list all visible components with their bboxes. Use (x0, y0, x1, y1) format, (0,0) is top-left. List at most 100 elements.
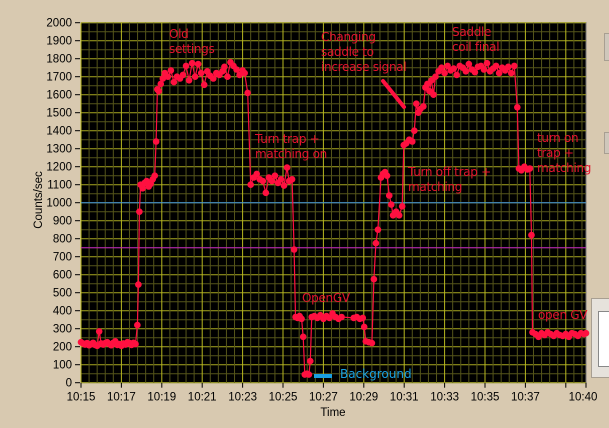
y-tick-label: 1500 (46, 108, 72, 120)
y-tick-label: 0 (66, 378, 72, 390)
data-point (259, 177, 267, 185)
data-point (185, 77, 193, 84)
x-tick-label: 10:23 (228, 392, 257, 404)
x-tick-label: 10:21 (188, 392, 217, 404)
annotation-saddle-final: Saddle coil final (452, 25, 500, 54)
y-tick-label: 500 (53, 288, 72, 300)
data-point (492, 62, 500, 70)
data-point (370, 275, 378, 283)
annotation-changing-saddle: Changing saddle to increase signal (321, 30, 407, 74)
side-control-1[interactable] (604, 33, 609, 61)
y-tick-label: 200 (53, 342, 72, 354)
y-tick-label: 1400 (46, 126, 72, 138)
data-point (360, 323, 368, 331)
data-point (383, 172, 391, 179)
data-point (372, 239, 380, 247)
data-point (283, 164, 291, 171)
x-tick-label: 10:27 (309, 392, 338, 404)
y-tick-label: 300 (53, 324, 72, 336)
x-tick-label: 10:37 (511, 392, 540, 404)
x-tick-label: 10:25 (269, 392, 298, 404)
x-tick-label: 10:19 (147, 392, 176, 404)
data-point (462, 68, 470, 75)
x-tick-label: 10:40 (569, 392, 598, 404)
data-point (179, 71, 187, 79)
data-point (408, 138, 416, 145)
y-tick-label: 800 (53, 234, 72, 246)
y-tick-label: 1700 (46, 72, 72, 84)
x-tick-label: 10:17 (107, 392, 136, 404)
data-point (271, 172, 279, 179)
data-point (197, 69, 205, 77)
data-point (188, 59, 196, 67)
y-tick-label: 2000 (46, 18, 72, 30)
data-point (298, 315, 305, 323)
data-point (134, 321, 141, 329)
y-tick-label: 1800 (46, 54, 72, 66)
side-panel[interactable] (591, 298, 609, 378)
y-tick-label: 100 (53, 360, 72, 372)
data-point (152, 138, 160, 145)
x-tick-label: 10:15 (67, 392, 96, 404)
data-point (338, 313, 345, 321)
annotation-turn-trap-on: Turn trap + matching on (255, 132, 327, 161)
data-point (441, 69, 448, 77)
data-point (136, 208, 143, 215)
data-point (155, 87, 163, 95)
y-tick-label: 700 (53, 252, 72, 264)
data-point (359, 314, 367, 322)
data-point (387, 201, 395, 208)
side-panel-inner (598, 311, 609, 367)
data-point (135, 281, 142, 288)
data-point (582, 329, 590, 337)
data-point (164, 73, 172, 80)
data-point (241, 69, 248, 77)
data-point (480, 66, 488, 73)
data-point (374, 226, 382, 233)
data-point (182, 62, 190, 70)
data-point (413, 100, 420, 107)
data-point (200, 81, 208, 89)
annotation-open-gv: OpenGV (302, 291, 350, 305)
data-point (95, 328, 103, 335)
annotation-turn-off-trap: Turn off trap + matching (408, 165, 491, 194)
data-point (306, 357, 314, 365)
data-point (510, 62, 518, 70)
data-point (288, 176, 296, 183)
x-axis-label: Time (320, 407, 345, 419)
data-point (398, 203, 406, 210)
annotation-open-gv-2: open GV (538, 308, 588, 322)
x-tick-label: 10:35 (471, 392, 500, 404)
data-point (430, 91, 437, 98)
background-legend-swatch (314, 374, 332, 378)
y-tick-label: 900 (53, 216, 72, 228)
y-tick-label: 1200 (46, 162, 72, 174)
y-axis-label: Counts/sec (33, 171, 45, 229)
data-point (262, 189, 270, 197)
data-point (299, 333, 307, 341)
data-point (224, 73, 231, 80)
y-tick-label: 600 (53, 270, 72, 282)
y-tick-label: 1300 (46, 144, 72, 156)
y-tick-label: 1600 (46, 90, 72, 102)
y-tick-label: 1900 (46, 36, 72, 48)
data-point (290, 246, 298, 253)
data-point (507, 69, 515, 77)
chart: 0 100 200 300 400 500 600 700 800 900 1000 1100 1200… (33, 18, 598, 419)
data-point (504, 63, 512, 71)
data-point (450, 65, 457, 72)
y-tick-label: 400 (53, 306, 72, 318)
data-point (167, 67, 175, 74)
data-point (368, 339, 376, 347)
data-point (151, 172, 159, 179)
data-point (244, 89, 251, 97)
side-control-2[interactable] (604, 132, 609, 154)
data-point (194, 60, 202, 68)
data-point (483, 59, 491, 67)
data-point (411, 127, 418, 134)
data-point (191, 73, 199, 80)
y-tick-label: 1100 (47, 180, 72, 192)
data-point (395, 212, 403, 219)
data-point (221, 63, 228, 71)
data-point (305, 371, 313, 378)
